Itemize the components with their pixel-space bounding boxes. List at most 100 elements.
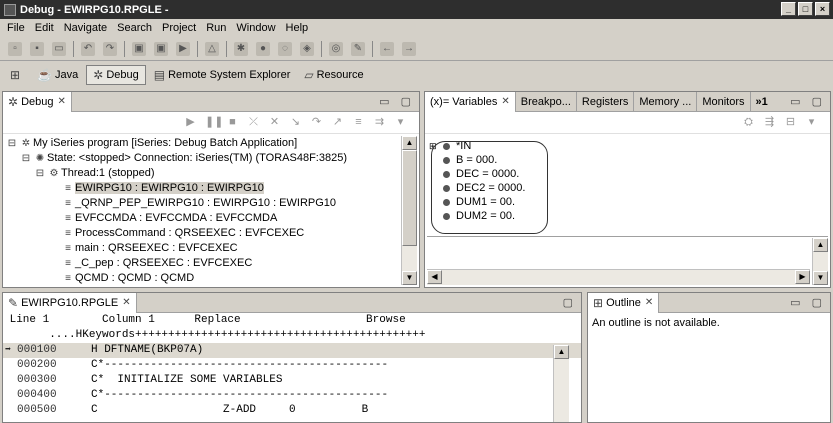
tab-memory[interactable]: Memory ...: [634, 91, 698, 112]
code-line[interactable]: 000300 C* INITIALIZE SOME VARIABLES: [3, 373, 581, 388]
view-menu-icon[interactable]: ▾: [805, 116, 818, 129]
code-line[interactable]: ➡ 000100 H DFTNAME(BKP07A): [3, 343, 581, 358]
menu-edit[interactable]: Edit: [30, 22, 59, 34]
debug-vertical-scrollbar[interactable]: ▲ ▼: [401, 136, 417, 285]
menu-navigate[interactable]: Navigate: [59, 22, 112, 34]
details-vertical-scrollbar[interactable]: ▲ ▼: [812, 238, 828, 285]
view-menu-icon[interactable]: ▾: [394, 116, 407, 129]
tab-registers[interactable]: Registers: [577, 91, 635, 112]
tab-monitors[interactable]: Monitors: [697, 91, 751, 112]
terminate-icon[interactable]: ■: [226, 116, 239, 129]
show-logical-structure-icon[interactable]: ⇶: [763, 116, 776, 129]
line-text[interactable]: C Z-ADD 0 B: [91, 404, 368, 416]
step-return-icon[interactable]: ↗: [331, 116, 344, 129]
menu-help[interactable]: Help: [281, 22, 314, 34]
perspective-debug[interactable]: ✲ Debug: [86, 65, 146, 85]
search-icon[interactable]: ✎: [351, 41, 365, 56]
menu-file[interactable]: File: [2, 22, 30, 34]
new-java-class-icon[interactable]: ◈: [300, 41, 314, 56]
tree-item-thread[interactable]: ⊟ ⚙ Thread:1 (stopped): [5, 166, 399, 181]
tab-debug[interactable]: ✲ Debug ✕: [3, 91, 72, 112]
tab-breakpoints[interactable]: Breakpo...: [516, 91, 577, 112]
tree-item-frame[interactable]: ≡ ProcessCommand : QRSEEXEC : EVFCEXEC: [5, 226, 399, 241]
scroll-thumb[interactable]: [402, 150, 417, 246]
new-icon[interactable]: ▫: [8, 41, 22, 56]
step-into-icon[interactable]: ↘: [289, 116, 302, 129]
resume-icon[interactable]: ▶: [176, 41, 190, 56]
scroll-up-button[interactable]: ▲: [402, 136, 417, 150]
menu-search[interactable]: Search: [112, 22, 157, 34]
use-step-filters-icon[interactable]: ⇉: [373, 116, 386, 129]
code-line[interactable]: 000200 C*--------------------------------…: [3, 358, 581, 373]
scroll-up-button[interactable]: ▲: [554, 345, 569, 359]
minimize-button[interactable]: _: [781, 2, 796, 16]
back-icon[interactable]: ←: [380, 41, 394, 56]
suspend-icon[interactable]: ❚❚: [205, 116, 223, 129]
perspective-java[interactable]: ☕ Java: [31, 65, 84, 85]
show-type-names-icon[interactable]: ⛭: [742, 116, 755, 129]
scroll-right-button[interactable]: ▶: [795, 270, 810, 284]
close-tab-icon[interactable]: ✕: [122, 297, 130, 308]
variable-details-pane[interactable]: [427, 237, 810, 269]
maximize-button[interactable]: □: [798, 2, 813, 16]
tree-item-frame[interactable]: ≡ _C_pep : QRSEEXEC : EVFCEXEC: [5, 256, 399, 271]
view-min-max-icons[interactable]: ▭ ▢: [790, 296, 826, 309]
menu-run[interactable]: Run: [201, 22, 231, 34]
step-over-icon[interactable]: ↷: [310, 116, 323, 129]
close-tab-icon[interactable]: ✕: [645, 297, 653, 308]
view-maximize-icon[interactable]: ▢: [563, 296, 577, 309]
tree-item-frame[interactable]: ≡ EVFCCMDA : EVFCCMDA : EVFCCMDA: [5, 211, 399, 226]
tab-outline[interactable]: ⊞ Outline ✕: [588, 292, 660, 313]
menu-window[interactable]: Window: [231, 22, 280, 34]
perspective-rse[interactable]: ▤ Remote System Explorer: [148, 65, 297, 85]
editor-vertical-scrollbar[interactable]: ▲: [553, 345, 569, 422]
code-line[interactable]: 000400 C*--------------------------------…: [3, 388, 581, 403]
disconnect-icon[interactable]: ⤫: [247, 116, 260, 129]
scroll-left-button[interactable]: ◀: [427, 270, 442, 284]
close-tab-icon[interactable]: ✕: [501, 96, 509, 107]
undo-icon[interactable]: ↶: [81, 41, 95, 56]
scroll-down-button[interactable]: ▼: [813, 271, 828, 285]
print-icon[interactable]: ▭: [52, 41, 66, 56]
view-min-max-icons[interactable]: ▭ ▢: [790, 95, 826, 108]
close-button[interactable]: ×: [815, 2, 830, 16]
line-text[interactable]: C*--------------------------------------…: [91, 389, 388, 401]
tree-item-program[interactable]: ⊟ ✲ My iSeries program [iSeries: Debug Bat…: [5, 136, 399, 151]
debug-icon[interactable]: ✱: [234, 41, 248, 56]
tree-item-frame[interactable]: ≡ EWIRPG10 : EWIRPG10 : EWIRPG10: [5, 181, 399, 196]
close-tab-icon[interactable]: ✕: [57, 96, 65, 107]
tab-variables[interactable]: (x)= Variables ✕: [425, 91, 516, 112]
line-text[interactable]: C* INITIALIZE SOME VARIABLES: [91, 374, 282, 386]
warning-icon[interactable]: △: [205, 41, 219, 56]
tree-item-frame[interactable]: ≡ _QRNP_PEP_EWIRPG10 : EWIRPG10 : EWIRPG1…: [5, 196, 399, 211]
details-horizontal-scrollbar[interactable]: ◀ ▶: [427, 269, 810, 285]
forward-icon[interactable]: →: [402, 41, 416, 56]
scroll-down-button[interactable]: ▼: [402, 271, 417, 285]
step-icon[interactable]: ▣: [132, 41, 146, 56]
collapse-icon[interactable]: ⊟: [33, 166, 47, 181]
external-tools-icon[interactable]: ◌: [278, 41, 292, 56]
line-text[interactable]: H DFTNAME(BKP07A): [91, 344, 203, 356]
redo-icon[interactable]: ↷: [103, 41, 117, 56]
collapse-icon[interactable]: ⊟: [19, 151, 33, 166]
remove-terminated-icon[interactable]: ✕: [268, 116, 281, 129]
open-perspective-button[interactable]: ⊞: [4, 65, 29, 85]
save-icon[interactable]: ▪: [30, 41, 44, 56]
tab-editor-file[interactable]: ✎ EWIRPG10.RPGLE ✕: [3, 292, 137, 313]
line-text[interactable]: C*--------------------------------------…: [91, 359, 388, 371]
collapse-icon[interactable]: ⊟: [5, 136, 19, 151]
tree-item-frame[interactable]: ≡ main : QRSEEXEC : EVFCEXEC: [5, 241, 399, 256]
code-area[interactable]: Line 1 Column 1 Replace Browse ....HKeyw…: [3, 313, 581, 422]
menu-project[interactable]: Project: [157, 22, 201, 34]
view-min-max-icons[interactable]: ▭ ▢: [379, 95, 415, 108]
open-type-icon[interactable]: ◎: [329, 41, 343, 56]
tree-item-state[interactable]: ⊟ ✺ State: <stopped> Connection: iSeries(T…: [5, 151, 399, 166]
drop-to-frame-icon[interactable]: ≡: [352, 116, 365, 129]
run-icon[interactable]: ●: [256, 41, 270, 56]
tree-item-frame[interactable]: ≡ QCMD : QCMD : QCMD: [5, 271, 399, 285]
resume-icon[interactable]: ▶: [184, 116, 197, 129]
tab-overflow[interactable]: »1: [751, 92, 773, 112]
step-over-icon[interactable]: ▣: [154, 41, 168, 56]
perspective-resource[interactable]: ▱ Resource: [298, 65, 369, 85]
collapse-all-icon[interactable]: ⊟: [784, 116, 797, 129]
